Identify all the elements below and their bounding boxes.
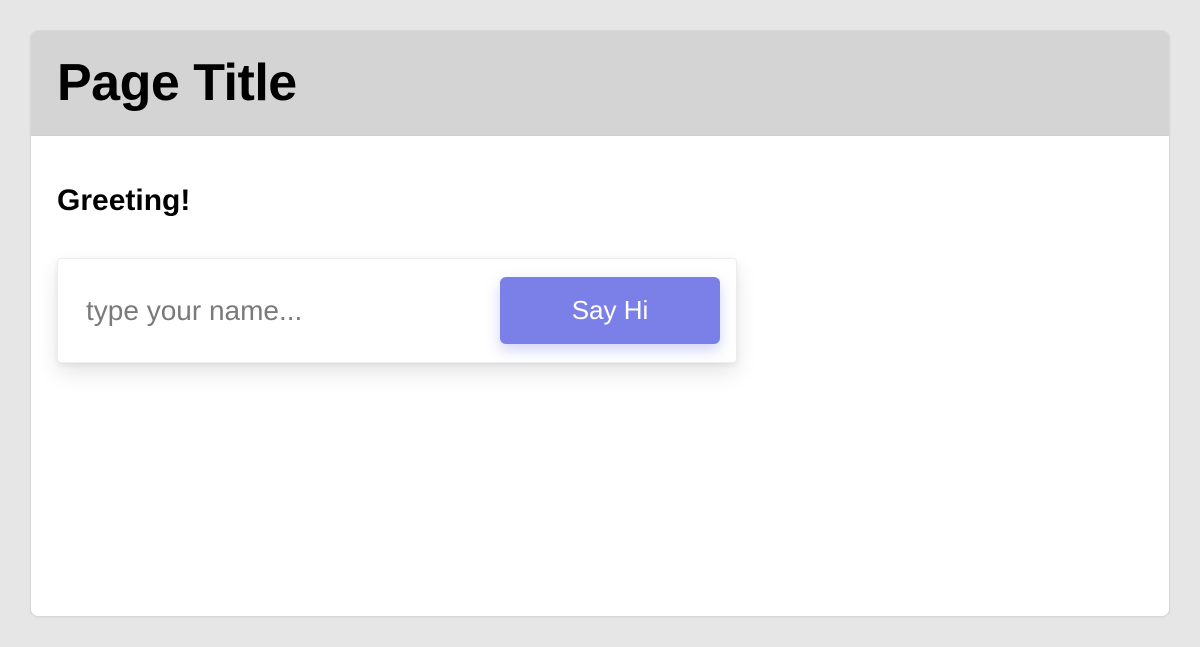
card-body: Greeting! Say Hi	[31, 136, 1169, 393]
greeting-heading: Greeting!	[57, 184, 1143, 218]
say-hi-button[interactable]: Say Hi	[500, 277, 720, 344]
page-title: Page Title	[57, 53, 1143, 113]
name-input[interactable]	[86, 295, 480, 327]
card-header: Page Title	[31, 31, 1169, 136]
name-input-row: Say Hi	[57, 258, 737, 363]
page-card: Page Title Greeting! Say Hi	[30, 30, 1170, 617]
